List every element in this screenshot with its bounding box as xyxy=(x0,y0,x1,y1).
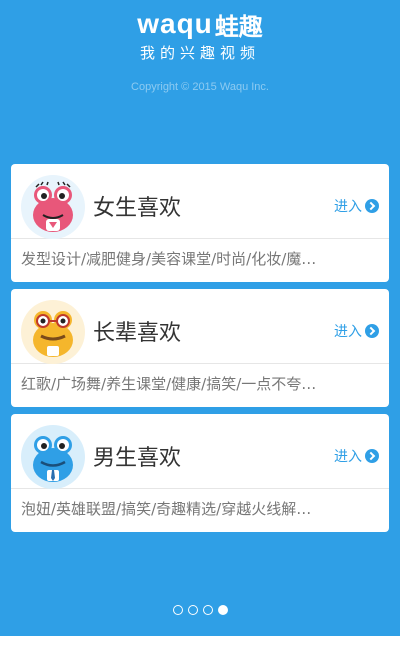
card-header: 长辈喜欢 进入 xyxy=(11,289,389,364)
chevron-right-icon xyxy=(365,324,379,338)
page-dot-active[interactable] xyxy=(217,605,228,615)
chevron-right-icon xyxy=(365,199,379,213)
pink-frog-avatar-icon xyxy=(21,175,85,239)
header: waqu 蛙趣 我的兴趣视频 Copyright © 2015 Waqu Inc… xyxy=(0,8,400,93)
enter-button[interactable]: 进入 xyxy=(334,446,379,466)
enter-label: 进入 xyxy=(334,199,362,215)
card-title: 女生喜欢 xyxy=(93,196,182,221)
chevron-right-icon xyxy=(365,449,379,463)
card-tags: 红歌/广场舞/养生课堂/健康/搞笑/一点不夸… xyxy=(21,375,317,393)
card-header: 男生喜欢 进入 xyxy=(11,414,389,489)
card-title: 长辈喜欢 xyxy=(93,321,182,346)
logo-chinese: 蛙趣 xyxy=(214,12,263,41)
enter-label: 进入 xyxy=(334,449,362,465)
page-indicator xyxy=(0,605,400,615)
intro-screen: waqu 蛙趣 我的兴趣视频 Copyright © 2015 Waqu Inc… xyxy=(0,0,400,636)
logo: waqu 蛙趣 xyxy=(0,8,400,41)
yellow-frog-avatar-icon xyxy=(21,300,85,364)
card-tags: 发型设计/减肥健身/美容课堂/时尚/化妆/魔… xyxy=(21,250,317,268)
enter-label: 进入 xyxy=(334,324,362,340)
enter-button[interactable]: 进入 xyxy=(334,321,379,341)
page-dot[interactable] xyxy=(172,605,183,615)
card-title: 男生喜欢 xyxy=(93,446,182,471)
copyright: Copyright © 2015 Waqu Inc. xyxy=(131,81,269,93)
card-header: 女生喜欢 进入 xyxy=(11,164,389,239)
card-tags: 泡妞/英雄联盟/搞笑/奇趣精选/穿越火线解… xyxy=(21,500,312,518)
logo-latin: waqu xyxy=(137,8,213,39)
category-card-boys[interactable]: 男生喜欢 进入 泡妞/英雄联盟/搞笑/奇趣精选/穿越火线解… xyxy=(11,414,389,532)
tagline: 我的兴趣视频 xyxy=(139,44,260,62)
category-card-elders[interactable]: 长辈喜欢 进入 红歌/广场舞/养生课堂/健康/搞笑/一点不夸… xyxy=(11,289,389,407)
blue-frog-avatar-icon xyxy=(21,425,85,489)
page-dot[interactable] xyxy=(202,605,213,615)
category-card-girls[interactable]: 女生喜欢 进入 发型设计/减肥健身/美容课堂/时尚/化妆/魔… xyxy=(11,164,389,282)
page-dot[interactable] xyxy=(187,605,198,615)
enter-button[interactable]: 进入 xyxy=(334,196,379,216)
